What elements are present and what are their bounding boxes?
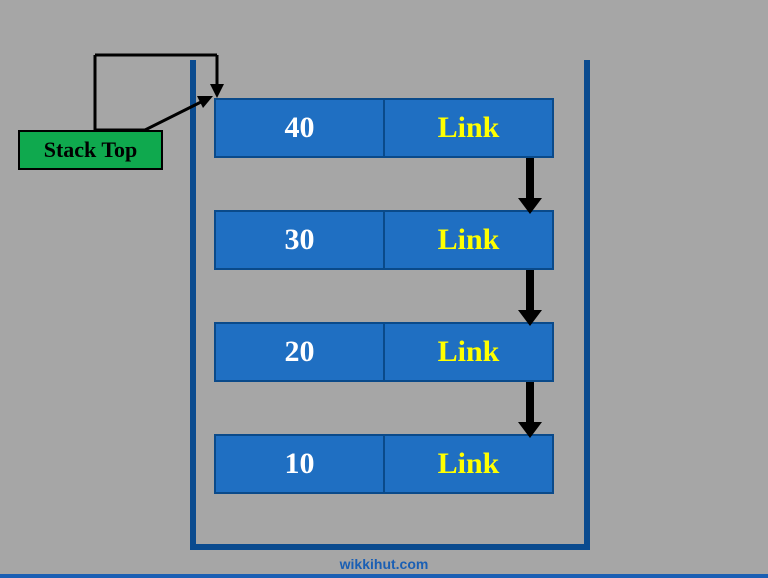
node-link: Link xyxy=(384,210,554,270)
stack-node: 10 Link xyxy=(214,434,554,494)
node-link: Link xyxy=(384,434,554,494)
node-link: Link xyxy=(384,98,554,158)
pointer-arrow-icon xyxy=(85,40,245,140)
node-value: 30 xyxy=(214,210,384,270)
link-arrow-icon xyxy=(510,270,550,330)
node-value: 10 xyxy=(214,434,384,494)
stack-node: 30 Link xyxy=(214,210,554,270)
link-arrow-icon xyxy=(510,158,550,218)
stack-node: 40 Link xyxy=(214,98,554,158)
bottom-bar xyxy=(0,574,768,578)
node-value: 20 xyxy=(214,322,384,382)
node-link: Link xyxy=(384,322,554,382)
stack-node: 20 Link xyxy=(214,322,554,382)
watermark-text: wikkihut.com xyxy=(0,556,768,572)
link-arrow-icon xyxy=(510,382,550,442)
